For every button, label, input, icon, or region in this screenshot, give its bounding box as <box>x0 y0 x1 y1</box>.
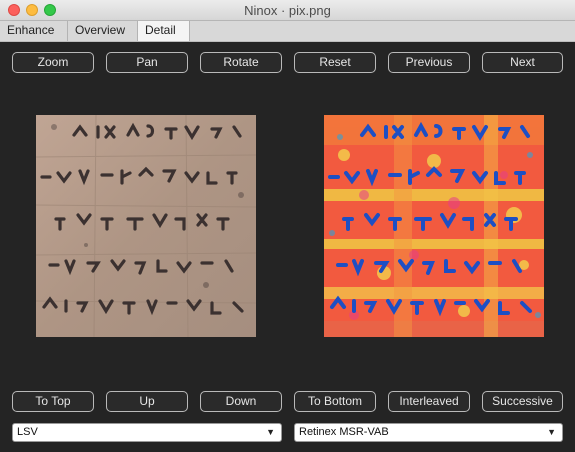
tab-bar: Enhance Overview Detail <box>0 21 575 42</box>
left-select-value: LSV <box>17 426 38 438</box>
rotate-button[interactable]: Rotate <box>200 52 282 73</box>
app-window: Ninox · pix.png Enhance Overview Detail … <box>0 0 575 452</box>
title-bar: Ninox · pix.png <box>0 0 575 21</box>
tab-detail[interactable]: Detail <box>138 21 190 41</box>
dropdown-arrow-icon: ▼ <box>547 427 556 437</box>
next-button[interactable]: Next <box>482 52 563 73</box>
up-button[interactable]: Up <box>106 391 188 412</box>
papyrus-grayscale-image <box>36 115 256 337</box>
previous-button[interactable]: Previous <box>388 52 470 73</box>
right-image-panel[interactable] <box>324 115 544 337</box>
zoom-button[interactable]: Zoom <box>12 52 94 73</box>
pan-button[interactable]: Pan <box>106 52 188 73</box>
right-algorithm-select[interactable]: Retinex MSR-VAB ▼ <box>294 423 563 442</box>
right-select-value: Retinex MSR-VAB <box>299 426 389 438</box>
to-top-button[interactable]: To Top <box>12 391 94 412</box>
window-title: Ninox · pix.png <box>244 3 331 18</box>
down-button[interactable]: Down <box>200 391 282 412</box>
papyrus-falsecolor-image <box>324 115 544 337</box>
left-colorspace-select[interactable]: LSV ▼ <box>12 423 282 442</box>
interleaved-button[interactable]: Interleaved <box>388 391 470 412</box>
tab-enhance[interactable]: Enhance <box>0 21 68 41</box>
tab-overview[interactable]: Overview <box>68 21 138 41</box>
reset-button[interactable]: Reset <box>294 52 376 73</box>
successive-button[interactable]: Successive <box>482 391 563 412</box>
to-bottom-button[interactable]: To Bottom <box>294 391 376 412</box>
left-image-panel[interactable] <box>36 115 256 337</box>
dropdown-arrow-icon: ▼ <box>266 427 275 437</box>
